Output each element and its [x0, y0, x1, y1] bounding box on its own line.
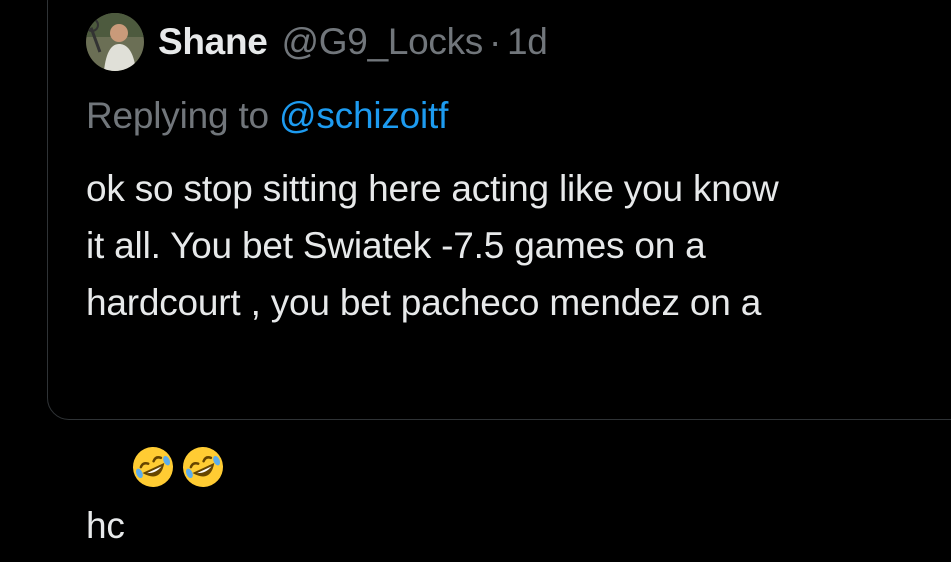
- tweet-text-line: it all. You bet Swiatek -7.5 games on a: [86, 225, 706, 266]
- tweet-text-line-last: hc: [86, 331, 946, 554]
- rolling-on-floor-laughing-emoji-icon: [181, 331, 225, 487]
- replying-prefix: Replying to: [86, 95, 279, 136]
- rolling-on-floor-laughing-emoji-icon: [131, 331, 175, 487]
- replying-to: Replying to @schizoitf: [86, 94, 946, 138]
- author-name[interactable]: Shane: [158, 21, 268, 63]
- avatar[interactable]: [86, 13, 144, 71]
- author-handle[interactable]: @G9_Locks: [282, 21, 484, 63]
- avatar-photo-icon: [86, 13, 144, 71]
- replying-mention-link[interactable]: @schizoitf: [279, 95, 448, 136]
- tweet-text-fragment: hc: [86, 505, 125, 546]
- tweet-header: Shane @G9_Locks · 1d: [86, 12, 946, 72]
- timestamp[interactable]: 1d: [507, 21, 548, 63]
- separator-dot: ·: [489, 21, 502, 62]
- tweet-text-line: ok so stop sitting here acting like you …: [86, 168, 779, 209]
- tweet-text-line: hardcourt , you bet pacheco mendez on a: [86, 282, 762, 323]
- tweet-text: ok so stop sitting here acting like you …: [86, 160, 946, 554]
- tweet[interactable]: Shane @G9_Locks · 1d Replying to @schizo…: [86, 12, 946, 554]
